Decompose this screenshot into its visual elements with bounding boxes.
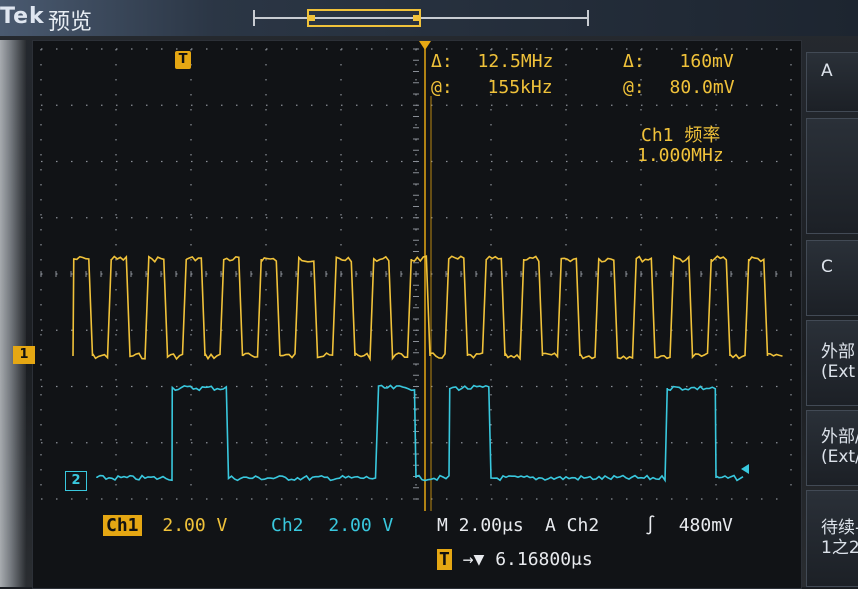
- ch2-scale: 2.00 V: [328, 515, 394, 536]
- trigger-readout: A Ch2: [545, 515, 599, 536]
- cursor-freq-at: @: 155kHz: [431, 77, 553, 98]
- side-menu-button-2[interactable]: [806, 118, 858, 234]
- side-menu: AC外部(Ext外部/(Ext/1待续-1之2页: [806, 40, 858, 587]
- ch2-waveform: [96, 384, 744, 483]
- trigger-level: 480mV: [678, 515, 733, 536]
- side-menu-button-4-line1: 外部: [821, 342, 855, 362]
- acquisition-mode-label: 预览: [48, 10, 93, 35]
- status-bar: Tek 预览: [0, 0, 858, 36]
- side-menu-button-3[interactable]: C: [806, 240, 858, 316]
- horizontal-position-value: →▼ 6.16800μs: [462, 549, 593, 570]
- ch1-scale-readout: Ch1 2.00 V: [103, 515, 227, 536]
- cursor-freq-delta: Δ: 12.5MHz: [431, 51, 554, 72]
- trigger-slope-icon: ∫: [645, 515, 656, 536]
- brand-logo: Tek: [0, 4, 45, 29]
- screen-glare: [0, 40, 26, 587]
- side-menu-button-6-line1: 待续-: [821, 517, 858, 538]
- side-menu-button-6-line2: 1之2页: [821, 537, 858, 558]
- ch1-ground-marker[interactable]: 1: [13, 346, 35, 364]
- trigger-icon: T: [437, 549, 452, 570]
- trigger-level-marker: [741, 464, 749, 474]
- trigger-time-cursor-arrow: [419, 41, 431, 50]
- side-menu-button-3-line1: C: [821, 257, 833, 277]
- trigger-slope-and-level: ∫ 480mV: [645, 515, 733, 536]
- cursor-volt-at: @: 80.0mV: [623, 77, 735, 98]
- waveform-display: T Δ: 12.5MHz @: 155kHz Δ: 160mV @: 80.0m…: [13, 40, 802, 589]
- ch1-label: Ch1: [103, 515, 142, 536]
- ch2-label: Ch2: [271, 515, 304, 536]
- timebase-scale: M 2.00μs: [437, 515, 524, 536]
- side-menu-button-1-line1: A: [821, 61, 833, 81]
- side-menu-button-6[interactable]: 待续-1之2页: [806, 490, 858, 587]
- ch2-ground-marker[interactable]: 2: [65, 471, 87, 491]
- horizontal-position-readout: T →▼ 6.16800μs: [437, 549, 593, 570]
- side-menu-button-5[interactable]: 外部/(Ext/1: [806, 410, 858, 486]
- trigger-source: A Ch2: [545, 515, 600, 536]
- ch2-scale-readout: Ch2 2.00 V: [271, 515, 393, 536]
- measurement-label: Ch1 频率: [641, 125, 721, 146]
- side-menu-button-5-line1: 外部/: [821, 427, 858, 447]
- cursor-volt-delta: Δ: 160mV: [623, 51, 734, 72]
- side-menu-button-1[interactable]: A: [806, 52, 858, 112]
- measurement-value: 1.000MHz: [637, 145, 724, 166]
- trigger-marker-label: T: [178, 52, 188, 67]
- timebase-readout: M 2.00μs: [437, 515, 524, 536]
- side-menu-button-5-line2: (Ext/1: [821, 447, 858, 467]
- ch1-waveform: [72, 254, 783, 362]
- ch1-scale: 2.00 V: [162, 515, 228, 536]
- side-menu-button-4-line2: (Ext: [821, 362, 856, 382]
- record-length-indicator: [253, 9, 589, 27]
- side-menu-button-4[interactable]: 外部 (Ext: [806, 320, 858, 406]
- trigger-position-marker[interactable]: T: [175, 51, 191, 69]
